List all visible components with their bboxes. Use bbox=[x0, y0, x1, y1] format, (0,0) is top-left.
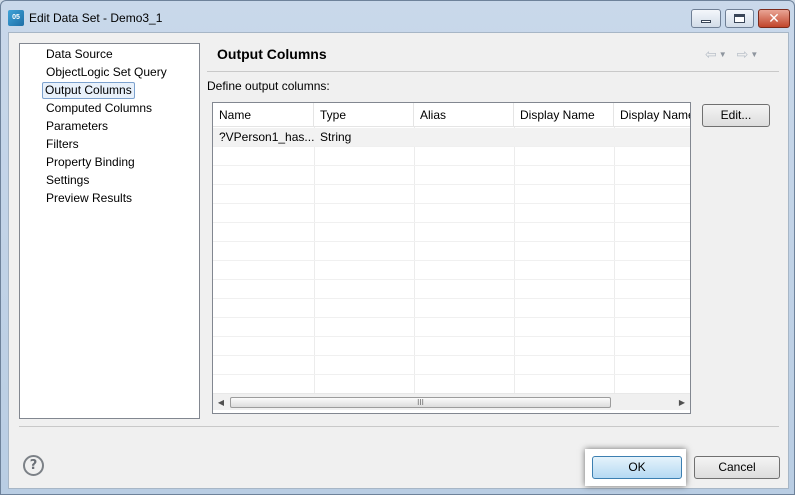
nav-item-objectlogic-set-query[interactable]: ObjectLogic Set Query bbox=[44, 65, 169, 82]
table-row-empty bbox=[213, 356, 690, 375]
table-row-empty bbox=[213, 280, 690, 299]
window-title: Edit Data Set - Demo3_1 bbox=[29, 11, 163, 25]
nav-item-computed-columns[interactable]: Computed Columns bbox=[44, 101, 154, 118]
nav-tree[interactable]: Data Source ObjectLogic Set Query Output… bbox=[19, 43, 200, 419]
nav-item-property-binding[interactable]: Property Binding bbox=[44, 155, 137, 172]
column-header-display-name-2[interactable]: Display Name bbox=[614, 103, 690, 127]
dialog-content: Data Source ObjectLogic Set Query Output… bbox=[8, 32, 789, 489]
table-row-empty bbox=[213, 185, 690, 204]
nav-item-preview-results[interactable]: Preview Results bbox=[44, 191, 134, 208]
column-header-type[interactable]: Type bbox=[314, 103, 414, 127]
question-circle-icon[interactable]: ? bbox=[23, 455, 44, 476]
scroll-left-icon[interactable]: ◀ bbox=[213, 394, 229, 411]
minimize-icon bbox=[701, 20, 711, 23]
footer-divider bbox=[19, 426, 779, 427]
table-row-empty bbox=[213, 261, 690, 280]
cancel-button[interactable]: Cancel bbox=[694, 456, 780, 479]
arrow-left-icon[interactable]: ⇦ bbox=[705, 46, 717, 63]
edit-button[interactable]: Edit... bbox=[702, 104, 770, 127]
header-divider bbox=[207, 71, 779, 72]
nav-item-parameters[interactable]: Parameters bbox=[44, 119, 110, 136]
app-icon: 05 bbox=[8, 10, 24, 26]
table-row[interactable]: ?VPerson1_has... String bbox=[213, 128, 690, 147]
table-row-empty bbox=[213, 242, 690, 261]
cell-type: String bbox=[320, 130, 352, 144]
scroll-thumb[interactable]: III bbox=[230, 397, 611, 408]
scroll-right-icon[interactable]: ▶ bbox=[674, 394, 690, 411]
nav-item-data-source[interactable]: Data Source bbox=[44, 47, 115, 64]
close-button[interactable]: ✕ bbox=[758, 9, 790, 28]
table-row-empty bbox=[213, 204, 690, 223]
table-row-empty bbox=[213, 375, 690, 394]
column-header-display-name[interactable]: Display Name bbox=[514, 103, 614, 127]
column-header-name[interactable]: Name bbox=[213, 103, 314, 127]
arrow-right-icon[interactable]: ⇨ bbox=[737, 46, 749, 63]
title-bar[interactable]: 05 Edit Data Set - Demo3_1 ✕ bbox=[1, 1, 794, 33]
page-title: Output Columns bbox=[217, 46, 327, 62]
cell-display-name bbox=[514, 128, 614, 147]
cell-display-name-2 bbox=[614, 128, 690, 147]
close-icon: ✕ bbox=[768, 10, 780, 27]
table-row-empty bbox=[213, 223, 690, 242]
define-columns-label: Define output columns: bbox=[207, 79, 330, 93]
scroll-grip: III bbox=[417, 398, 424, 407]
maximize-icon bbox=[734, 14, 745, 23]
cell-name: ?VPerson1_has... bbox=[219, 130, 314, 144]
nav-item-output-columns[interactable]: Output Columns bbox=[42, 82, 135, 99]
table-header: Name Type Alias Display Name Display Nam… bbox=[213, 103, 690, 127]
cell-alias bbox=[414, 128, 514, 147]
dialog-window: 05 Edit Data Set - Demo3_1 ✕ Data Source… bbox=[0, 0, 795, 495]
page-history-nav: ⇦ ▼ ⇨ ▼ bbox=[705, 46, 768, 62]
minimize-button[interactable] bbox=[691, 9, 721, 28]
table-row-empty bbox=[213, 318, 690, 337]
table-row-empty bbox=[213, 299, 690, 318]
table-row-empty bbox=[213, 147, 690, 166]
back-dropdown-icon[interactable]: ▼ bbox=[719, 50, 727, 59]
horizontal-scrollbar[interactable]: ◀ III ▶ bbox=[213, 393, 690, 410]
ok-button[interactable]: OK bbox=[592, 456, 682, 479]
table-row-empty bbox=[213, 337, 690, 356]
forward-dropdown-icon[interactable]: ▼ bbox=[750, 50, 758, 59]
output-columns-table[interactable]: Name Type Alias Display Name Display Nam… bbox=[212, 102, 691, 414]
column-header-alias[interactable]: Alias bbox=[414, 103, 514, 127]
nav-item-settings[interactable]: Settings bbox=[44, 173, 91, 190]
table-row-empty bbox=[213, 166, 690, 185]
maximize-button[interactable] bbox=[725, 9, 754, 28]
nav-item-filters[interactable]: Filters bbox=[44, 137, 81, 154]
